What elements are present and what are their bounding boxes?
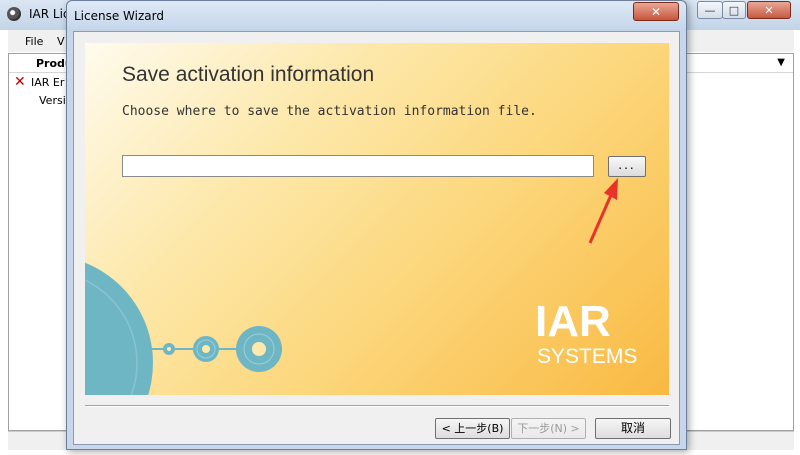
cancel-button[interactable]: 取消 (595, 418, 671, 439)
instruction-text: Choose where to save the activation info… (122, 104, 537, 119)
list-item[interactable]: IAR Er (31, 76, 64, 89)
menu-file[interactable]: File (25, 35, 43, 48)
logo-text-systems: SYSTEMS (537, 345, 638, 368)
close-button[interactable]: ✕ (747, 1, 791, 19)
key-app-icon (7, 7, 21, 21)
back-button[interactable]: < 上一步(B) (435, 418, 510, 439)
browse-button[interactable]: ... (608, 156, 646, 177)
logo-text-iar: IAR (535, 297, 611, 346)
x-error-icon: ✕ (14, 74, 26, 90)
dialog-body: Save activation information Choose where… (73, 31, 680, 445)
iar-systems-logo: IAR SYSTEMS (535, 297, 660, 373)
menu-view[interactable]: V (57, 35, 65, 48)
divider (85, 405, 669, 407)
license-wizard-dialog: License Wizard ✕ Save activation informa… (66, 0, 687, 450)
list-item[interactable]: Versi (39, 94, 66, 107)
chevron-down-icon[interactable]: ▼ (777, 57, 785, 68)
minimize-button[interactable]: — (697, 1, 723, 19)
save-path-input[interactable] (122, 155, 594, 177)
dialog-title: License Wizard (74, 9, 164, 23)
dialog-titlebar[interactable]: License Wizard ✕ (67, 1, 686, 31)
dialog-close-button[interactable]: ✕ (633, 2, 679, 21)
wizard-banner: Save activation information Choose where… (85, 43, 669, 395)
background-window-title: IAR Lic (29, 7, 70, 21)
next-button[interactable]: 下一步(N) > (511, 418, 586, 439)
maximize-button[interactable]: □ (722, 1, 746, 19)
page-title: Save activation information (122, 63, 375, 86)
